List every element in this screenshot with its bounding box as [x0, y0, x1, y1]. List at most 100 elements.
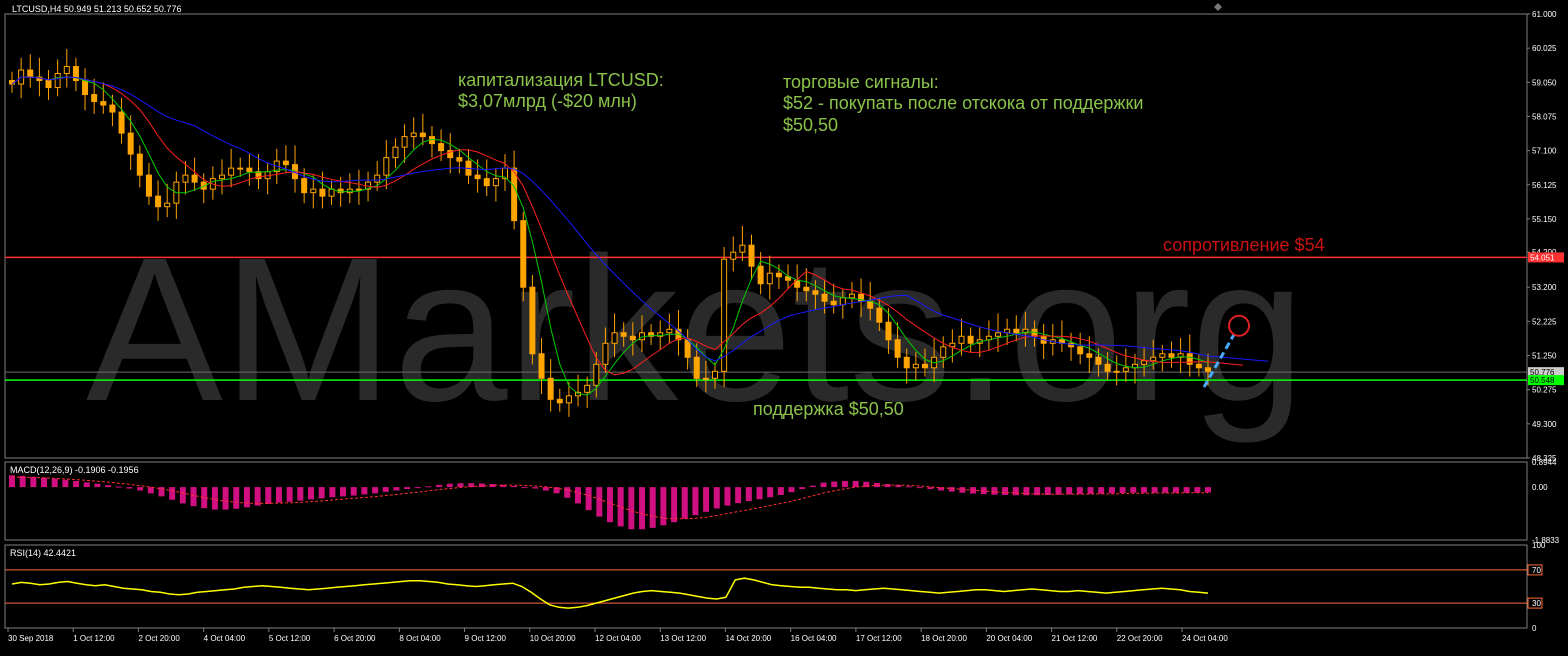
candle-body: [711, 370, 718, 379]
candle-body: [666, 328, 673, 334]
macd-bar: [30, 476, 37, 488]
macd-bar: [574, 487, 581, 504]
candle-body: [821, 293, 828, 302]
candle-body: [438, 143, 445, 152]
capitalization-line1: капитализация LTCUSD:: [458, 70, 664, 90]
macd-bar: [179, 487, 186, 504]
macd-bar: [265, 487, 272, 504]
candle-body: [1205, 367, 1211, 372]
macd-bar: [745, 487, 752, 502]
macd-bar: [681, 487, 688, 519]
macd-bar: [382, 487, 389, 492]
candle-body: [620, 332, 627, 337]
macd-bar: [532, 487, 539, 489]
candle-body: [894, 339, 901, 358]
candle-body: [282, 160, 289, 166]
macd-bar: [639, 487, 646, 530]
macd-bar: [703, 487, 710, 512]
candle-body: [310, 188, 317, 194]
y-tick-label: 56.125: [1532, 181, 1557, 190]
candle-body: [109, 104, 116, 113]
macd-bar: [105, 485, 112, 488]
candle-body: [903, 356, 910, 369]
x-tick-label: 18 Oct 20:00: [921, 634, 967, 643]
resistance-label: сопротивление $54: [1163, 235, 1325, 255]
macd-bar: [1172, 487, 1179, 493]
x-tick-label: 1 Oct 12:00: [73, 634, 115, 643]
x-tick-label: 12 Oct 04:00: [595, 634, 641, 643]
rsi-y-label: 70: [1532, 566, 1541, 575]
price-marker-label: 54.051: [1530, 253, 1555, 262]
candle-body: [145, 174, 152, 197]
macd-bar: [340, 487, 347, 497]
macd-bar: [94, 483, 101, 488]
candle-body: [912, 363, 919, 369]
x-tick-label: 14 Oct 20:00: [725, 634, 771, 643]
candle-body: [1122, 367, 1129, 372]
macd-bar: [414, 487, 421, 489]
candle-body: [584, 384, 591, 393]
candle-body: [812, 290, 819, 295]
watermark-text: AMarkets.org: [86, 215, 1305, 444]
macd-bar: [510, 485, 517, 488]
candle-body: [702, 377, 709, 380]
macd-bar: [564, 487, 571, 498]
candle-body: [748, 244, 755, 267]
rsi-y-label: 0: [1532, 624, 1537, 633]
candle-body: [1141, 360, 1148, 365]
macd-bar: [190, 487, 197, 507]
candle-body: [91, 94, 98, 103]
y-tick-label: 52.225: [1532, 317, 1557, 326]
rsi-line: [11, 577, 1209, 609]
candle-body: [885, 321, 892, 341]
candle-body: [1086, 353, 1093, 358]
macd-bar: [115, 486, 122, 488]
macd-bar: [243, 487, 250, 508]
candle-body: [218, 174, 225, 180]
macd-bar: [521, 487, 528, 489]
candle-body: [191, 174, 198, 183]
macd-bar: [372, 487, 379, 494]
candle-body: [474, 174, 481, 180]
candle-body: [182, 174, 189, 183]
candle-body: [419, 132, 426, 138]
macd-bar: [1130, 487, 1137, 493]
macd-bar: [147, 487, 154, 494]
rsi-title: RSI(14) 42.4421: [10, 548, 76, 558]
macd-bar: [222, 487, 229, 510]
candle-body: [629, 335, 636, 341]
rsi-y-label: 100: [1532, 541, 1546, 550]
x-tick-label: 6 Oct 20:00: [334, 634, 376, 643]
macd-bar: [436, 484, 443, 488]
macd-bar: [329, 487, 336, 498]
macd-bar: [83, 482, 90, 488]
candle-body: [410, 132, 417, 138]
macd-bar: [906, 486, 912, 488]
macd-bar: [1055, 487, 1062, 495]
candle-body: [456, 157, 463, 162]
candle-body: [1159, 353, 1166, 358]
macd-bar: [777, 487, 784, 495]
candle-body: [355, 188, 362, 191]
y-tick-label: 57.100: [1532, 147, 1557, 156]
candle-body: [328, 188, 335, 197]
macd-bar: [959, 487, 966, 493]
candle-body: [27, 69, 34, 78]
macd-bar: [671, 487, 678, 523]
candle-body: [803, 286, 810, 292]
candle-body: [921, 363, 928, 369]
candle-body: [730, 251, 737, 260]
macd-y-label: 0.8944: [1532, 458, 1557, 467]
macd-bar: [713, 487, 720, 509]
candle-body: [757, 265, 764, 285]
candle-body: [136, 153, 143, 176]
macd-bar: [767, 487, 774, 498]
x-tick-label: 10 Oct 20:00: [530, 634, 576, 643]
macd-bar: [446, 483, 453, 488]
macd-bar: [1087, 487, 1094, 494]
candle-body: [82, 80, 89, 96]
candle-body: [995, 332, 1002, 337]
candle-body: [693, 356, 700, 379]
macd-bar: [51, 478, 58, 488]
candle-body: [839, 297, 846, 306]
